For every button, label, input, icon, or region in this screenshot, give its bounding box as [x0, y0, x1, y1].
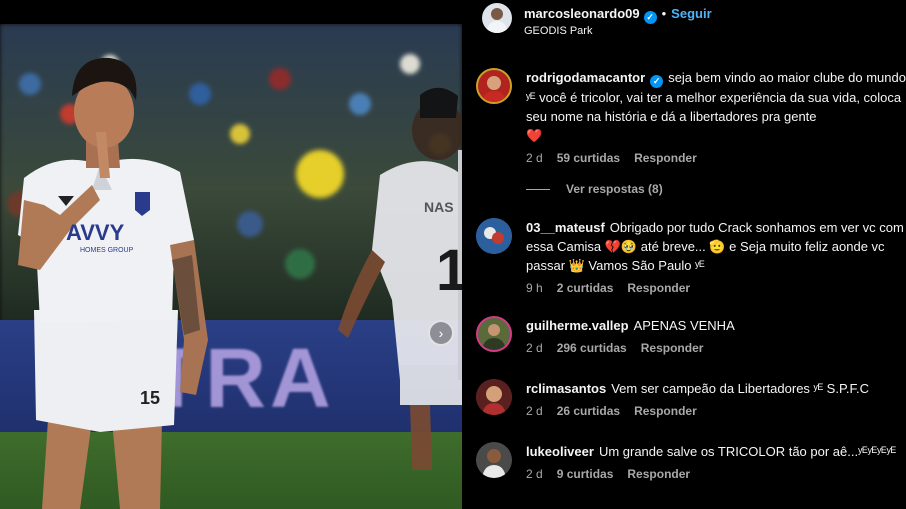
back-number: 1 [436, 238, 462, 303]
comment-body: rclimasantos Vem ser campeão da Libertado… [526, 379, 906, 418]
reply-button[interactable]: Responder [627, 281, 690, 295]
comment-body: rodrigodamacantor ✓ seja bem vindo ao maio… [526, 68, 906, 165]
comment-text: APENAS VENHA [633, 318, 735, 333]
comment-meta: 9 h 2 curtidas Responder [526, 281, 906, 295]
comment-text: Vem ser campeão da Libertadores ʸᴱ S.P.F… [611, 381, 870, 396]
carousel-next-button[interactable]: › [428, 320, 454, 346]
comment-username[interactable]: 03__mateusf [526, 220, 605, 235]
comment-username[interactable]: lukeoliveer [526, 444, 594, 459]
commenter-avatar[interactable] [476, 218, 512, 254]
commenter-avatar[interactable] [476, 68, 512, 104]
view-replies-button[interactable]: Ver respostas (8) [526, 182, 663, 196]
comment-time[interactable]: 2 d [526, 467, 543, 481]
photo-top-bar [0, 0, 462, 24]
comment-time[interactable]: 2 d [526, 404, 543, 418]
comment-username[interactable]: guilherme.vallep [526, 318, 629, 333]
verified-badge-icon: ✓ [643, 11, 657, 24]
comment-username[interactable]: rclimasantos [526, 381, 606, 396]
commenter-avatar[interactable] [476, 379, 512, 415]
commenter-avatar[interactable] [476, 316, 512, 352]
verified-badge-icon: ✓ [650, 75, 664, 88]
post-location[interactable]: GEODIS Park [524, 25, 592, 37]
separator-dot: • [661, 6, 667, 21]
author-avatar[interactable] [482, 3, 512, 33]
comment-likes[interactable]: 59 curtidas [557, 151, 620, 165]
chevron-right-icon: › [438, 325, 444, 341]
reply-button[interactable]: Responder [634, 151, 697, 165]
author-username[interactable]: marcosleonardo09 [524, 6, 640, 21]
reply-button[interactable]: Responder [634, 404, 697, 418]
reply-button[interactable]: Responder [627, 467, 690, 481]
follow-button[interactable]: Seguir [671, 6, 711, 21]
comment-meta: 2 d 59 curtidas Responder [526, 151, 906, 165]
comment-time[interactable]: 2 d [526, 151, 543, 165]
comment-likes[interactable]: 9 curtidas [557, 467, 614, 481]
comment-body: guilherme.vallep APENAS VENHA 2 d 296 curt… [526, 316, 906, 355]
comments-panel: marcosleonardo09 ✓ • Seguir GEODIS Park rod… [462, 0, 906, 509]
comment-meta: 2 d 26 curtidas Responder [526, 404, 906, 418]
comment-text: Um grande salve os TRICOLOR tão por aê..… [598, 444, 897, 459]
comment-likes[interactable]: 2 curtidas [557, 281, 614, 295]
comment-username[interactable]: rodrigodamacantor [526, 70, 645, 85]
reply-button[interactable]: Responder [641, 341, 704, 355]
commenter-avatar[interactable] [476, 442, 512, 478]
comment-meta: 2 d 9 curtidas Responder [526, 467, 906, 481]
post-header: marcosleonardo09 ✓ • Seguir GEODIS Park [482, 3, 892, 41]
shorts-number: 15 [140, 388, 160, 408]
shirt-sponsor: AVVY [66, 220, 125, 245]
back-name: NAS [424, 199, 454, 215]
comment-likes[interactable]: 296 curtidas [557, 341, 627, 355]
comment-likes[interactable]: 26 curtidas [557, 404, 620, 418]
comment-time[interactable]: 2 d [526, 341, 543, 355]
post-photo: TRA AVVY HOMES GROUP 15 NAS 1 › [0, 0, 462, 509]
comment-meta: 2 d 296 curtidas Responder [526, 341, 906, 355]
main-player: AVVY HOMES GROUP 15 [18, 57, 208, 509]
heart-emoji: ❤️ [526, 128, 543, 143]
comment-body: lukeoliveer Um grande salve os TRICOLOR t… [526, 442, 906, 481]
shirt-sponsor-sub: HOMES GROUP [80, 247, 134, 254]
comment-body: 03__mateusf Obrigado por tudo Crack sonha… [526, 218, 906, 295]
players-illustration: AVVY HOMES GROUP 15 NAS 1 [18, 57, 462, 509]
comment-time[interactable]: 9 h [526, 281, 543, 295]
